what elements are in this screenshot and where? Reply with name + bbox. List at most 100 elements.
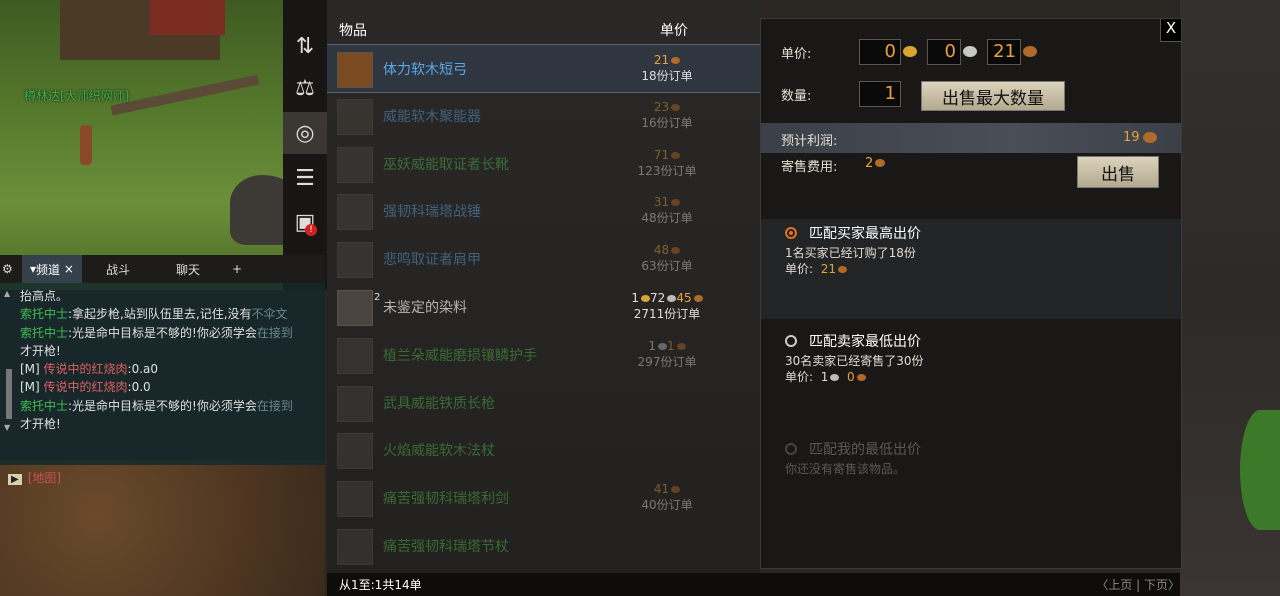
item-row[interactable]: 武具威能铁质长枪 (327, 379, 760, 426)
copper-coin-icon (837, 266, 847, 273)
sell-max-button[interactable]: 出售最大数量 (921, 81, 1065, 111)
silver-coin-icon (667, 295, 677, 302)
trading-post-sidebar: ⇅ ⚖ ◎ ☰ ▣! (283, 0, 327, 290)
item-row[interactable]: 痛苦强韧科瑞塔节杖 (327, 522, 760, 569)
tab-label: 频道 (36, 262, 61, 277)
swap-icon[interactable]: ⇅ (291, 32, 319, 60)
silver-input[interactable]: 0 (927, 39, 961, 65)
play-icon[interactable]: ▶ (8, 474, 22, 485)
item-row[interactable]: 痛苦强韧科瑞塔利剑 41 40份订单 (327, 474, 760, 521)
quantity-label: 数量: (781, 89, 812, 104)
price-column-header[interactable]: 单价 (660, 20, 688, 40)
copper-coin-icon (856, 374, 866, 381)
speaker-name[interactable]: 传说中的红烧肉 (44, 380, 128, 394)
item-name: 威能软木聚能器 (383, 108, 481, 125)
item-row[interactable]: 悲鸣取证者肩甲 48 63份订单 (327, 235, 760, 282)
close-button[interactable]: X (1160, 19, 1181, 42)
order-count: 63份订单 (641, 259, 693, 274)
item-row[interactable]: 巫妖威能取证者长靴 71 123份订单 (327, 140, 760, 187)
radio-lowest-sell[interactable] (785, 335, 797, 347)
item-row[interactable]: 2 未鉴定的染料 1 72 45 2711份订单 (327, 283, 760, 330)
profit-label: 预计利润: (781, 134, 838, 149)
radio-highest-buy[interactable] (785, 227, 797, 239)
chat-text: [M] (20, 380, 44, 395)
stack-count: 2 (374, 292, 381, 303)
silver-coin-icon (963, 46, 977, 57)
chat-text: :光是命中目标是不够的!你必须学会 (68, 398, 257, 413)
option-price: 单价: 1 0 (785, 369, 866, 385)
building-roof (150, 0, 225, 35)
item-row[interactable]: 体力软木短弓 21 18份订单 (327, 44, 760, 93)
list-footer: 从1至:1共14单 〈上页 | 下页〉 (327, 573, 1180, 596)
chat-text: 才开枪! (20, 343, 61, 358)
option-title: 匹配卖家最低出价 (809, 334, 921, 350)
scales-icon[interactable]: ⚖ (291, 74, 319, 102)
pager[interactable]: 〈上页 | 下页〉 (1096, 576, 1180, 593)
map-link[interactable]: ▶ [地图] (8, 469, 61, 486)
item-row[interactable]: 强韧科瑞塔战锤 31 48份订单 (327, 187, 760, 234)
background-wall (1180, 0, 1280, 596)
sell-button[interactable]: 出售 (1077, 156, 1159, 188)
order-count: 123份订单 (637, 163, 697, 178)
option-detail: 30名卖家已经寄售了30份 (785, 354, 924, 368)
gold-input[interactable]: 0 (859, 39, 901, 65)
chat-line: 索托中士:光是命中目标是不够的!你必须学会在接到 (20, 397, 320, 415)
item-list-panel: 物品 单价 体力软木短弓 21 18份订单威能软木聚能器 23 16份订单巫妖威能取证者… (327, 0, 760, 573)
speaker-name[interactable]: 索托中士 (20, 307, 68, 321)
chat-text: [M] (20, 362, 44, 377)
tab-channel[interactable]: ▾ 频道 × (22, 255, 82, 283)
close-icon[interactable]: × (64, 262, 74, 276)
profit-value: 19 (1123, 130, 1140, 145)
scroll-thumb[interactable] (6, 369, 12, 419)
speaker-name[interactable]: 索托中士 (20, 326, 68, 340)
item-price: 23 16份订单 (617, 99, 717, 131)
copper-input[interactable]: 21 (987, 39, 1021, 65)
chat-text: 在接到 (256, 398, 293, 413)
item-price: 48 63份订单 (617, 242, 717, 274)
gold-coin-icon (641, 295, 651, 302)
chat-text: :0.0 (127, 380, 151, 395)
item-thumbnail (337, 337, 373, 374)
option-lowest-sell[interactable]: 匹配卖家最低出价 30名卖家已经寄售了30份 单价: 1 0 (761, 329, 1181, 409)
scroll-up-icon[interactable]: ▲ (4, 289, 14, 298)
item-price: 1 72 45 2711份订单 (617, 290, 717, 322)
speaker-name[interactable]: 传说中的红烧肉 (44, 362, 128, 376)
chat-text: 不伞文 (251, 307, 288, 322)
item-row[interactable]: 植兰朵威能磨损镶鳞护手 1 1 297份订单 (327, 331, 760, 378)
speaker-name[interactable]: 索托中士 (20, 399, 68, 413)
order-count: 40份订单 (641, 498, 693, 513)
tab-chat[interactable]: 聊天 (168, 255, 208, 283)
item-row[interactable]: 火焰威能软木法杖 (327, 426, 760, 473)
copper-coin-icon (671, 57, 681, 64)
npc-character[interactable] (80, 125, 92, 165)
coins-icon[interactable]: ◎ (283, 112, 327, 154)
box-alert-icon[interactable]: ▣! (291, 208, 319, 236)
chat-messages: 抬高点。 索托中士:拿起步枪,站到队伍里去,记住,没有不伞文 索托中士:光是命中目标… (20, 287, 320, 433)
item-name: 植兰朵威能磨损镶鳞护手 (383, 347, 537, 364)
chat-line: 抬高点。 (20, 287, 320, 305)
item-row[interactable]: 威能软木聚能器 23 16份订单 (327, 92, 760, 139)
copper-coin-icon (671, 103, 681, 111)
list-icon[interactable]: ☰ (291, 164, 319, 192)
sell-panel: X 单价: 0 0 21 数量: 1 出售最大数量 预计利润: 19 寄售费用:… (760, 18, 1182, 569)
chat-text: 抬高点。 (20, 289, 69, 303)
item-name: 未鉴定的染料 (383, 300, 467, 316)
list-header: 物品 单价 (327, 0, 760, 45)
add-tab-icon[interactable]: + (224, 255, 250, 283)
order-range: 从1至:1共14单 (339, 578, 422, 592)
option-highest-buy[interactable]: 匹配买家最高出价 1名买家已经订购了18份 单价: 21 (761, 219, 1181, 319)
fence (110, 74, 260, 116)
map-link-text[interactable]: [地图] (28, 471, 61, 485)
gear-icon[interactable]: ⚙ (0, 255, 20, 283)
item-price: 31 48份订单 (617, 194, 717, 226)
silver-coin-icon (830, 374, 840, 381)
order-count: 48份订单 (641, 211, 693, 226)
copper-coin-icon (671, 199, 681, 207)
order-count: 16份订单 (641, 115, 693, 130)
scroll-down-icon[interactable]: ▼ (4, 423, 10, 432)
quantity-input[interactable]: 1 (859, 81, 901, 107)
tab-combat[interactable]: 战斗 (98, 255, 138, 283)
option-detail: 你还没有寄售该物品。 (785, 462, 906, 476)
chat-scrollbar[interactable]: ▲ ▼ (4, 289, 14, 432)
item-thumbnail (337, 433, 373, 470)
